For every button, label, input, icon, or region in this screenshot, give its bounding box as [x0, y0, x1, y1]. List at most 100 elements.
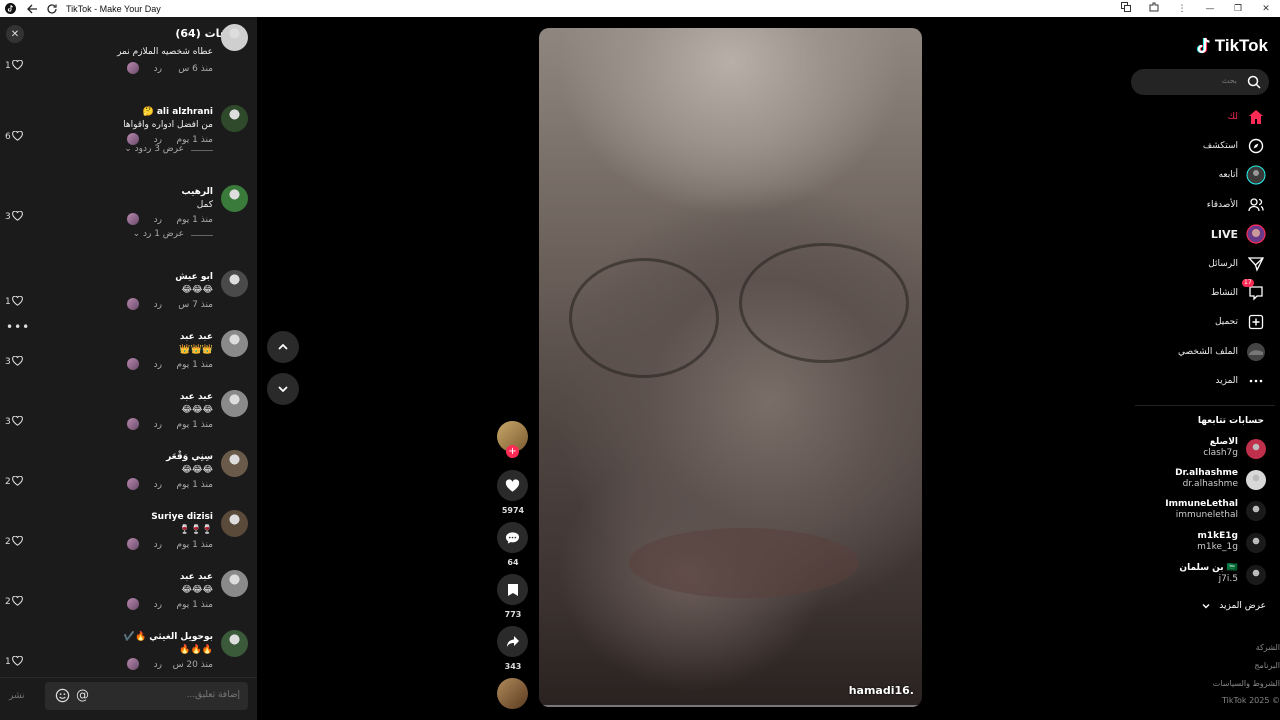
search-icon[interactable] — [1247, 75, 1261, 89]
comment-like-button[interactable]: 2 — [5, 535, 24, 547]
tiktok-logo[interactable]: TikTok — [1196, 36, 1268, 56]
comment-like-button[interactable]: 1 — [5, 655, 24, 667]
reply-button[interactable]: رد — [154, 540, 162, 550]
sidebar-item-send[interactable]: الرسائل — [1126, 254, 1266, 274]
comment-username[interactable]: عبد عبد — [180, 572, 213, 582]
save-button[interactable] — [497, 574, 528, 605]
sidebar-item-home[interactable]: لك — [1126, 107, 1266, 127]
comment-username[interactable]: ابو عيش — [175, 272, 213, 282]
comment-like-button[interactable]: 2 — [5, 475, 24, 487]
sidebar-item-compass[interactable]: استكشف — [1126, 136, 1266, 156]
comments-header: ✕ تعليقات (64) — [0, 25, 257, 45]
close-window-icon[interactable]: ✕ — [1252, 4, 1280, 14]
reply-button[interactable]: رد — [154, 600, 162, 610]
comment-button[interactable] — [497, 522, 528, 553]
reply-button[interactable]: رد — [154, 360, 162, 370]
sidebar-item-inbox[interactable]: النشاط 17 — [1126, 279, 1266, 303]
comment-avatar[interactable] — [221, 570, 248, 597]
account-avatar[interactable] — [1246, 501, 1266, 521]
see-more-label: عرض المزيد — [1219, 601, 1266, 611]
restore-icon[interactable]: ❐ — [1224, 4, 1252, 14]
emoji-icon[interactable] — [55, 688, 70, 703]
following-account[interactable]: الاصلع clash7g — [1126, 437, 1266, 463]
follow-plus-icon[interactable]: + — [506, 445, 519, 458]
extensions-icon[interactable] — [1140, 2, 1168, 15]
comment-avatar[interactable] — [221, 510, 248, 537]
following-account[interactable]: Dr.alhashme dr.alhashme — [1126, 468, 1266, 494]
comment-avatar[interactable] — [221, 185, 248, 212]
heart-outline-icon — [11, 355, 24, 367]
comment-username[interactable]: ali alzhrani 🤔 — [142, 107, 213, 117]
comment-like-button[interactable]: 2 — [5, 595, 24, 607]
reload-icon[interactable] — [46, 3, 58, 15]
comment-username[interactable]: الرهيب — [181, 187, 213, 197]
video-player[interactable]: hamadi16. — [539, 28, 922, 707]
account-avatar[interactable] — [1246, 470, 1266, 490]
footer-link[interactable]: الشروط والسياسات — [1213, 679, 1280, 688]
sidebar-item-upload[interactable]: تحميل — [1126, 312, 1266, 332]
account-avatar[interactable] — [1246, 533, 1266, 553]
video-progress-bar[interactable] — [539, 705, 922, 707]
reply-button[interactable]: رد — [154, 660, 162, 670]
sidebar-item-live[interactable]: LIVE — [1126, 224, 1266, 244]
sidebar-item-profile[interactable]: الملف الشخصي — [1126, 342, 1266, 362]
more-options-icon[interactable]: ••• — [6, 320, 30, 334]
heart-outline-icon — [11, 59, 24, 71]
footer-link[interactable]: الشركة — [1256, 643, 1280, 652]
previous-video-button[interactable] — [267, 331, 299, 363]
comment-like-button[interactable]: 1 — [5, 59, 24, 71]
following-account[interactable]: m1kE1g m1ke_1g — [1126, 531, 1266, 557]
sidebar-item-following-avatar[interactable]: أتابعه — [1126, 165, 1266, 185]
next-video-button[interactable] — [267, 373, 299, 405]
comment-input[interactable]: @ إضافة تعليق... — [45, 682, 248, 710]
comment-username[interactable]: عبد عبد — [180, 332, 213, 342]
reply-button[interactable]: رد — [154, 215, 162, 225]
heart-outline-icon — [11, 210, 24, 222]
translate-icon[interactable] — [1112, 2, 1140, 15]
comment-like-button[interactable]: 3 — [5, 355, 24, 367]
comment-avatar[interactable] — [221, 330, 248, 357]
reply-button[interactable]: رد — [154, 480, 162, 490]
search-input[interactable]: بحث — [1131, 69, 1269, 95]
footer-link[interactable]: البرنامج — [1254, 661, 1280, 670]
minimize-icon[interactable]: — — [1196, 4, 1224, 14]
comment-time: منذ 1 يوم — [176, 420, 213, 430]
sidebar-item-label: تحميل — [1214, 317, 1238, 327]
comment-avatar[interactable] — [221, 270, 248, 297]
following-account[interactable]: بن سلمان 🇸🇦 j7i.5 — [1126, 563, 1266, 589]
comment-username[interactable]: عبد عبد — [180, 392, 213, 402]
account-avatar[interactable] — [1246, 439, 1266, 459]
sidebar-item-friends[interactable]: الأصدقاء — [1126, 195, 1266, 215]
like-button[interactable] — [497, 470, 528, 501]
see-more-button[interactable]: عرض المزيد — [1201, 601, 1266, 611]
account-avatar[interactable] — [1246, 565, 1266, 585]
share-button[interactable] — [497, 626, 528, 657]
post-button[interactable]: نشر — [9, 691, 25, 701]
comment-like-button[interactable]: 1 — [5, 295, 24, 307]
comment-like-button[interactable]: 3 — [5, 415, 24, 427]
reply-button[interactable]: رد — [154, 64, 162, 74]
menu-kebab-icon[interactable]: ⋮ — [1168, 4, 1196, 14]
comment-avatar[interactable] — [221, 450, 248, 477]
sidebar-divider — [1135, 405, 1275, 406]
video-username[interactable]: hamadi16. — [849, 684, 914, 697]
comment-avatar[interactable] — [221, 630, 248, 657]
reply-button[interactable]: رد — [154, 300, 162, 310]
music-disc-icon[interactable] — [497, 678, 528, 709]
comment-like-count: 3 — [5, 356, 11, 367]
footer-link[interactable]: © 2025 TikTok — [1222, 696, 1280, 705]
comment-avatar[interactable] — [221, 105, 248, 132]
comment-like-button[interactable]: 3 — [5, 210, 24, 222]
sidebar-item-more[interactable]: المزيد — [1126, 371, 1266, 391]
mention-icon[interactable]: @ — [76, 688, 89, 703]
comment-username[interactable]: بوحويل الغيثي 🔥✔️ — [124, 632, 213, 642]
following-account[interactable]: ImmuneLethal immunelethal — [1126, 499, 1266, 525]
back-arrow-icon[interactable] — [26, 3, 38, 15]
comment-avatar[interactable] — [221, 24, 248, 51]
reply-button[interactable]: رد — [154, 420, 162, 430]
close-comments-button[interactable]: ✕ — [6, 25, 24, 43]
comment-username[interactable]: سِنِي وَقْعَر — [166, 452, 213, 462]
comment-avatar[interactable] — [221, 390, 248, 417]
comment-username[interactable]: Suriye dizisi — [151, 512, 213, 522]
comment-like-button[interactable]: 6 — [5, 130, 24, 142]
